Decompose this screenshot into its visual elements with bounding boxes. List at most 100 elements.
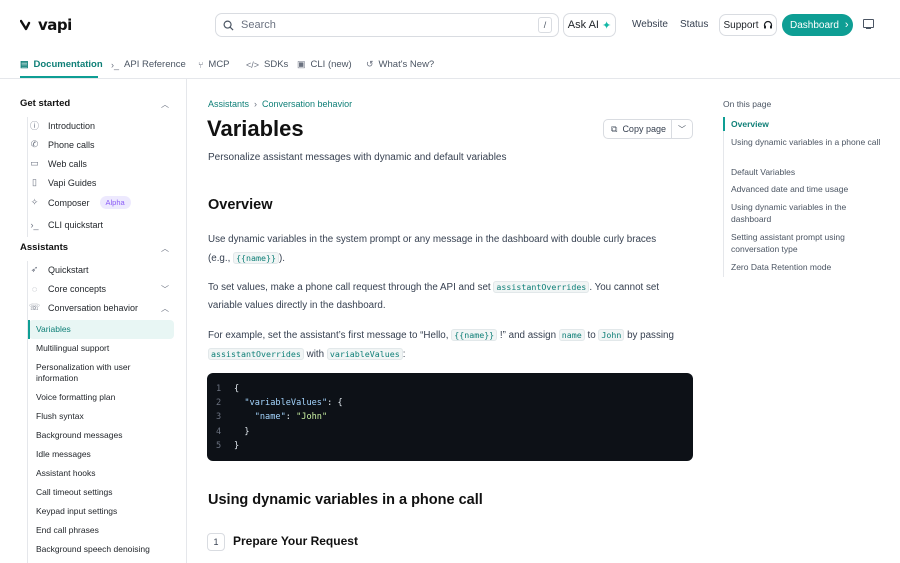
top-tabs: ▤ Documentation ›_ API Reference ⑂ MCP <… bbox=[0, 50, 900, 79]
step-number: 1 bbox=[207, 533, 225, 551]
vapi-logo-icon bbox=[20, 19, 31, 31]
sidebar-item-label: CLI quickstart bbox=[48, 219, 104, 230]
chevron-down-icon[interactable]: ﹀ bbox=[672, 124, 692, 135]
search-placeholder: Search bbox=[241, 19, 276, 31]
toc-item-date-time[interactable]: Advanced date and time usage bbox=[731, 183, 881, 195]
theme-toggle-monitor-icon[interactable] bbox=[863, 19, 874, 30]
line-number: 5 bbox=[216, 440, 222, 451]
tab-documentation[interactable]: ▤ Documentation bbox=[20, 59, 103, 70]
chevron-down-icon[interactable]: ﹀ bbox=[161, 284, 169, 295]
inline-code: assistantOverrides bbox=[493, 281, 590, 293]
sidebar-item-quickstart[interactable]: ➶ Quickstart bbox=[29, 264, 89, 275]
chevron-up-icon[interactable]: ︿ bbox=[161, 303, 169, 314]
sidebar-item-label: Core concepts bbox=[48, 283, 107, 294]
browser-icon: ▭ bbox=[30, 158, 39, 168]
sidebar-subitem-idle-messages[interactable]: Idle messages bbox=[36, 449, 171, 460]
page-title: Variables bbox=[207, 116, 304, 141]
sidebar-section-assistants[interactable]: Assistants bbox=[20, 242, 68, 253]
search-input[interactable]: Search / bbox=[215, 13, 559, 37]
book-icon: ▤ bbox=[20, 59, 29, 69]
sidebar-subitem-end-call-phrases[interactable]: End call phrases bbox=[36, 525, 171, 536]
toc-item-default-variables[interactable]: Default Variables bbox=[731, 166, 881, 178]
code-token: : bbox=[285, 412, 297, 423]
code-block[interactable]: 1{ 2 "variableValues": { 3 "name": "John… bbox=[207, 373, 693, 461]
text: For example, set the assistant’s first m… bbox=[208, 330, 449, 341]
tab-mcp[interactable]: ⑂ MCP bbox=[198, 59, 230, 70]
copy-page-button[interactable]: ⧉ Copy page ﹀ bbox=[603, 119, 693, 139]
status-link[interactable]: Status bbox=[680, 19, 708, 30]
tab-cli[interactable]: ▣ CLI (new) bbox=[297, 59, 352, 70]
toc-item-conversation-type[interactable]: Setting assistant prompt using conversat… bbox=[731, 231, 881, 255]
sidebar-subitem-background-speech[interactable]: Background speech denoising bbox=[36, 544, 171, 555]
sidebar-item-web-calls[interactable]: ▭ Web calls bbox=[29, 158, 87, 169]
sidebar-item-phone-calls[interactable]: ✆ Phone calls bbox=[29, 139, 95, 150]
ask-ai-label: Ask AI bbox=[567, 19, 599, 31]
code-token: } bbox=[234, 440, 240, 451]
active-tab-underline bbox=[20, 76, 98, 78]
dashboard-button[interactable]: Dashboard › bbox=[782, 14, 853, 36]
code-token: } bbox=[244, 426, 250, 437]
sidebar-subitem-multilingual[interactable]: Multilingual support bbox=[36, 343, 171, 354]
text: To set values, make a phone call request… bbox=[208, 282, 491, 293]
tab-label: MCP bbox=[208, 59, 230, 70]
vapi-logo[interactable]: vapi bbox=[20, 16, 72, 34]
phone-call-heading: Using dynamic variables in a phone call bbox=[208, 492, 483, 508]
tab-whats-new[interactable]: ↺ What's New? bbox=[366, 59, 434, 70]
sidebar-subitem-variables[interactable]: Variables bbox=[36, 324, 171, 335]
active-item-bar bbox=[28, 320, 30, 339]
sidebar-section-get-started[interactable]: Get started bbox=[20, 98, 70, 109]
tab-label: CLI (new) bbox=[310, 59, 352, 70]
tab-api-reference[interactable]: ›_ API Reference bbox=[111, 59, 186, 70]
sidebar-item-label: Vapi Guides bbox=[48, 177, 97, 188]
tab-sdks[interactable]: </> SDKs bbox=[246, 59, 288, 70]
sidebar-subitem-voice-formatting[interactable]: Voice formatting plan bbox=[36, 392, 171, 403]
overview-paragraph-1: Use dynamic variables in the system prom… bbox=[208, 231, 688, 268]
sidebar-subitem-call-timeout[interactable]: Call timeout settings bbox=[36, 487, 171, 498]
toc-item-phone-call[interactable]: Using dynamic variables in a phone call bbox=[731, 136, 881, 148]
code-token: "name" bbox=[254, 412, 286, 423]
toc-item-overview[interactable]: Overview bbox=[731, 118, 881, 130]
text: to bbox=[587, 330, 596, 341]
breadcrumb: Assistants › Conversation behavior bbox=[208, 99, 352, 109]
sidebar-item-introduction[interactable]: ⓘ Introduction bbox=[29, 120, 95, 132]
sidebar-subitem-assistant-hooks[interactable]: Assistant hooks bbox=[36, 468, 171, 479]
sidebar-item-conversation-behavior[interactable]: ☏ Conversation behavior bbox=[29, 302, 138, 313]
text: by passing bbox=[627, 330, 674, 341]
sidebar-item-vapi-guides[interactable]: ▯ Vapi Guides bbox=[29, 177, 96, 188]
sidebar-item-label: Composer bbox=[48, 197, 90, 208]
sidebar-subitem-keypad-input[interactable]: Keypad input settings bbox=[36, 506, 171, 517]
terminal-icon: ›_ bbox=[30, 219, 39, 230]
sidebar-subitem-personalization[interactable]: Personalization with user information bbox=[36, 362, 171, 384]
info-icon: ⓘ bbox=[29, 121, 39, 131]
sidebar-subitem-background-messages[interactable]: Background messages bbox=[36, 430, 171, 441]
section-divider-line bbox=[27, 117, 28, 237]
support-button[interactable]: Support bbox=[719, 14, 777, 36]
sidebar-item-label: Web calls bbox=[48, 158, 87, 169]
breadcrumb-conversation-behavior[interactable]: Conversation behavior bbox=[262, 99, 352, 109]
toc-item-zero-data-retention[interactable]: Zero Data Retention mode bbox=[731, 261, 881, 273]
section-divider-line bbox=[27, 261, 28, 563]
code-line: 5} bbox=[216, 439, 693, 453]
tab-label: What's New? bbox=[378, 59, 435, 70]
sidebar-subitem-flush-syntax[interactable]: Flush syntax bbox=[36, 411, 171, 422]
sidebar-item-cli-quickstart[interactable]: ›_ CLI quickstart bbox=[29, 219, 103, 230]
sidebar-item-composer[interactable]: ✧ Composer Alpha bbox=[29, 196, 131, 209]
inline-code: name bbox=[558, 329, 585, 341]
line-number: 1 bbox=[216, 384, 222, 394]
text: (e.g., bbox=[208, 253, 231, 264]
ask-ai-button[interactable]: Ask AI ✦ bbox=[563, 13, 616, 37]
headset-icon bbox=[763, 20, 772, 29]
history-icon: ↺ bbox=[366, 59, 374, 69]
breadcrumb-assistants[interactable]: Assistants bbox=[208, 99, 249, 109]
book-open-icon: ▯ bbox=[32, 177, 37, 187]
website-link[interactable]: Website bbox=[632, 19, 668, 30]
sidebar: Get started ︿ ⓘ Introduction ✆ Phone cal… bbox=[0, 79, 187, 563]
chevron-up-icon[interactable]: ︿ bbox=[161, 99, 169, 110]
sparkle-icon: ✦ bbox=[601, 19, 612, 32]
code-token: { bbox=[234, 384, 240, 394]
sidebar-item-label: Quickstart bbox=[48, 264, 89, 275]
copy-page-main[interactable]: ⧉ Copy page bbox=[604, 120, 672, 138]
chevron-up-icon[interactable]: ︿ bbox=[161, 243, 169, 254]
sidebar-item-core-concepts[interactable]: ◌ Core concepts bbox=[29, 283, 106, 294]
toc-item-dashboard[interactable]: Using dynamic variables in the dashboard bbox=[731, 201, 881, 225]
